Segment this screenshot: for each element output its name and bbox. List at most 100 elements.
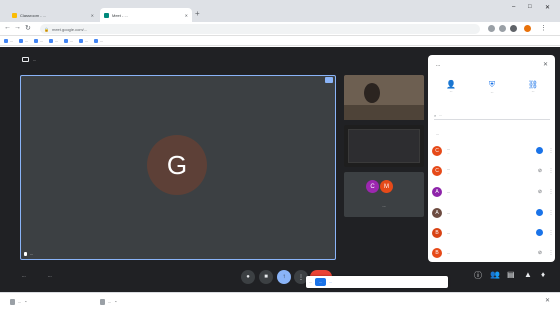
more-vert-icon[interactable]: ⋮ [548, 230, 554, 236]
people-search-input[interactable]: ⌕ ... [434, 111, 550, 120]
hide-banner-button[interactable]: ... [329, 280, 332, 284]
people-icon[interactable]: 👥 [490, 270, 500, 279]
participant-info: ...... [447, 147, 531, 155]
participant-name: ... [30, 252, 33, 256]
bookmark-label: ... [100, 38, 103, 43]
back-arrow-icon[interactable]: ← [4, 24, 11, 31]
avatar: C [432, 165, 442, 176]
participant-row[interactable]: B ... ⋮ [432, 225, 554, 240]
participant-subtitle: ... [447, 170, 450, 175]
participant-row[interactable]: C ...... ⊘ ⋮ [432, 163, 554, 178]
pin-icon[interactable] [325, 77, 333, 83]
bookmark-item[interactable]: ... [64, 38, 73, 43]
download-filename: ... [18, 300, 22, 304]
close-icon[interactable]: ✕ [543, 61, 548, 68]
download-item[interactable]: ... ⌃ [100, 296, 117, 308]
participant-row[interactable]: A ... ⊘ ⋮ [432, 184, 554, 199]
people-panel-title: ... [436, 62, 441, 68]
breakout-rooms-button[interactable]: ⛓ ... [514, 80, 552, 93]
bookmark-item[interactable]: ... [34, 38, 43, 43]
bookmark-item[interactable]: ... [4, 38, 13, 43]
bookmark-item[interactable]: ... [19, 38, 28, 43]
bookmark-favicon-icon [4, 38, 8, 43]
more-vert-icon[interactable]: ⋮ [548, 250, 554, 256]
bookmark-label: ... [25, 38, 28, 43]
video-background [344, 105, 424, 120]
file-icon [10, 299, 15, 305]
stop-sharing-button[interactable]: ... [315, 278, 326, 286]
bookmark-item[interactable]: ... [49, 38, 58, 43]
profile-avatar[interactable] [524, 25, 531, 32]
speaking-indicator-icon [536, 209, 543, 216]
browser-tab-meet[interactable]: Meet - ... ✕ [100, 8, 192, 22]
shared-screen-preview [348, 129, 420, 163]
add-people-button[interactable]: 👤 ... [432, 80, 470, 93]
avatar-initial: C [435, 167, 439, 174]
speaking-indicator-icon [536, 147, 543, 154]
camera-toggle-button[interactable]: ■ [259, 270, 273, 284]
participant-row[interactable]: B ... ⊘ ⋮ [432, 245, 554, 260]
more-vert-icon[interactable]: ⋮ [548, 210, 554, 216]
bookmark-label: ... [10, 38, 13, 43]
bookmark-label: ... [55, 38, 58, 43]
thumbnail-video-camera[interactable] [344, 75, 424, 120]
shield-icon: ⛨ [489, 80, 495, 89]
more-vert-icon[interactable]: ⋮ [548, 189, 554, 195]
close-icon[interactable]: ✕ [545, 4, 550, 11]
chevron-up-icon[interactable]: ⌃ [24, 300, 27, 305]
bookmark-favicon-icon [34, 38, 38, 43]
tab-close-icon[interactable]: ✕ [185, 13, 188, 18]
action-label: ... [531, 89, 535, 93]
host-controls-button[interactable]: ⛨ ... [473, 80, 511, 94]
forward-arrow-icon[interactable]: → [14, 24, 21, 31]
more-vert-icon[interactable]: ⋮ [548, 148, 554, 154]
participant-info: ... [447, 190, 532, 194]
present-button[interactable]: ↑ [277, 270, 291, 284]
meet-favicon-icon [104, 12, 109, 18]
mic-off-icon: ⊘ [537, 188, 543, 195]
new-tab-plus-icon[interactable]: + [195, 9, 200, 18]
bookmark-item[interactable]: ... [79, 38, 88, 43]
close-downloads-icon[interactable]: ✕ [545, 297, 550, 304]
extension-icon[interactable] [499, 25, 506, 32]
mic-icon [24, 252, 27, 256]
info-icon[interactable]: ⓘ [474, 270, 482, 281]
maximize-icon[interactable]: □ [528, 4, 532, 10]
present-icon: ↑ [282, 274, 286, 280]
avatar: B [432, 247, 442, 258]
participant-video [364, 83, 380, 103]
chevron-up-icon[interactable]: ⌃ [114, 300, 117, 305]
bookmark-favicon-icon [64, 38, 68, 43]
mic-toggle-button[interactable]: ● [241, 270, 255, 284]
person-add-icon: 👤 [446, 80, 456, 89]
bookmark-favicon-icon [19, 38, 23, 43]
action-label: ... [449, 89, 453, 93]
extension-icon[interactable] [488, 25, 495, 32]
url-text: meet.google.com/... [51, 26, 88, 32]
search-icon: ⌕ [434, 112, 437, 118]
extension-icon[interactable] [510, 25, 517, 32]
browser-tab-classroom[interactable]: Classroom - ... ✕ [8, 8, 98, 22]
thumbnail-more-participants[interactable]: C M ... [344, 172, 424, 217]
bookmark-item[interactable]: ... [94, 38, 103, 43]
participant-name: ... [447, 210, 450, 215]
presentation-title-bar: ... [22, 57, 36, 62]
tab-close-icon[interactable]: ✕ [91, 13, 94, 18]
address-bar[interactable]: 🔒 meet.google.com/... [40, 24, 480, 34]
more-vert-icon[interactable]: ⋮ [548, 168, 554, 174]
participant-info: ...... [447, 167, 532, 175]
screen-share-banner: ... ... ... [306, 276, 448, 288]
activities-icon[interactable]: ▲ [524, 270, 532, 279]
host-controls-icon[interactable]: ♦ [541, 270, 545, 279]
avatar-initial: C [435, 147, 439, 154]
chat-icon[interactable]: ▤ [507, 270, 515, 279]
menu-kebab-icon[interactable]: ⋮ [540, 24, 547, 32]
participant-row[interactable]: C ...... ⋮ [432, 143, 554, 158]
participant-row[interactable]: A ... ⋮ [432, 205, 554, 220]
avatar-initial: B [435, 249, 439, 256]
reload-icon[interactable]: ↻ [25, 24, 31, 32]
downloads-bar [0, 292, 560, 313]
thumbnail-screen-share[interactable] [344, 125, 424, 167]
download-item[interactable]: ... ⌃ [10, 296, 27, 308]
minimize-icon[interactable]: – [512, 4, 515, 10]
